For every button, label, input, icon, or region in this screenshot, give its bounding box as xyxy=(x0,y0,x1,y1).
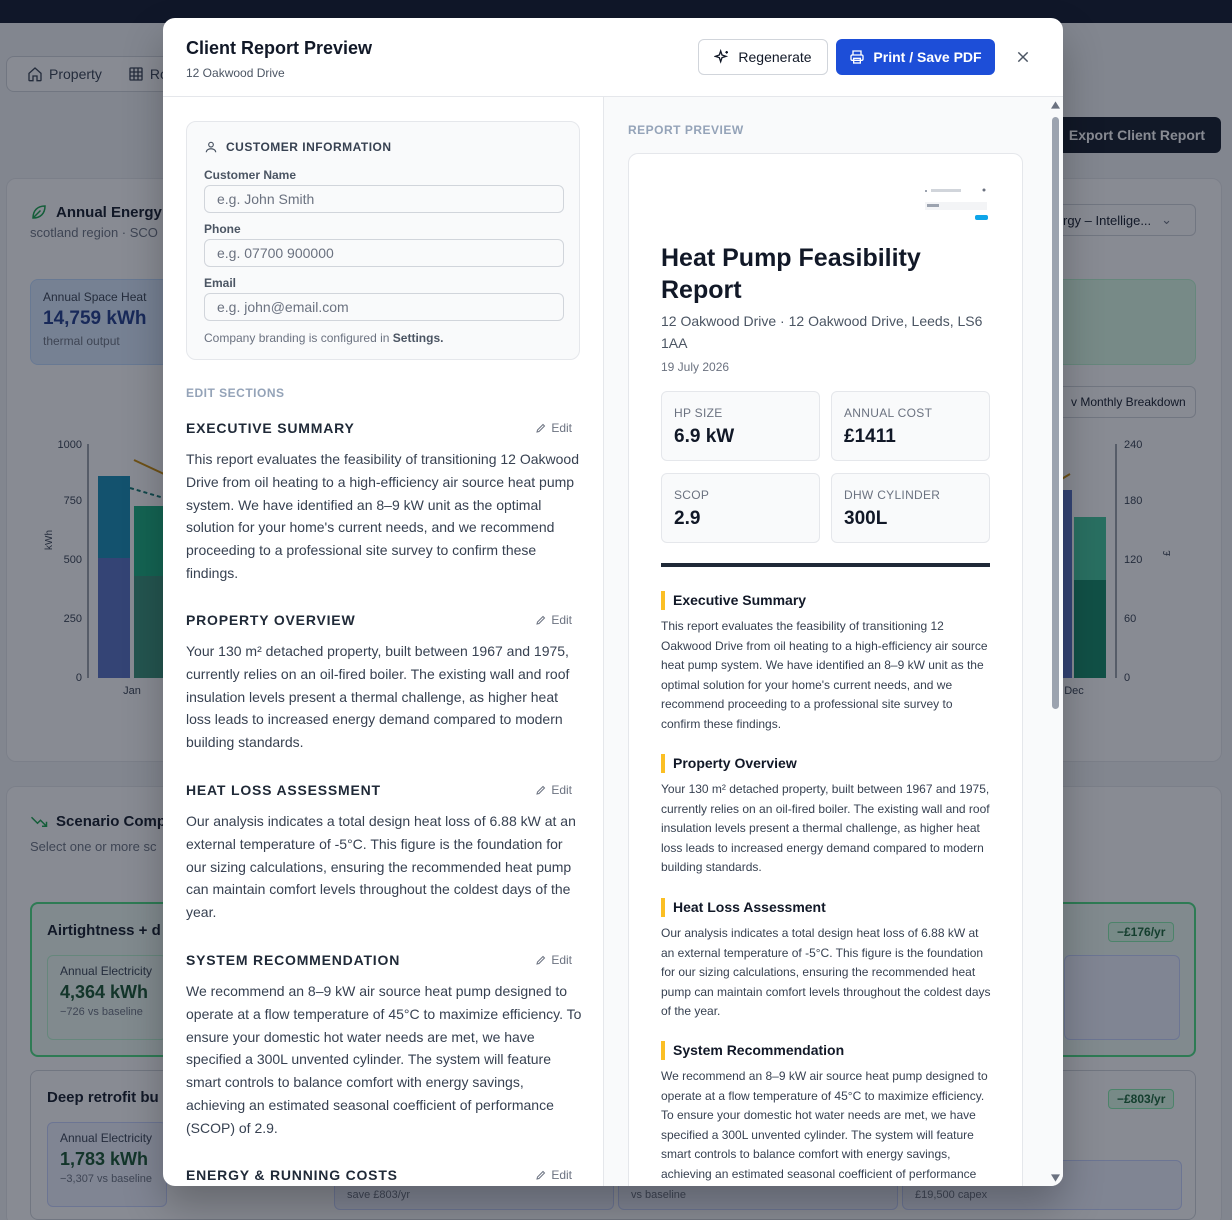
customer-name-label: Customer Name xyxy=(204,168,297,182)
edit-executive-summary-button[interactable]: Edit xyxy=(535,421,572,435)
modal-header: Client Report Preview 12 Oakwood Drive R… xyxy=(163,18,1063,97)
report-preview-pane[interactable]: REPORT PREVIEW Heat Pump Feasibility Rep… xyxy=(604,97,1063,1186)
report-page: Heat Pump Feasibility Report 12 Oakwood … xyxy=(628,153,1023,1186)
report-section-title: Property Overview xyxy=(661,754,797,773)
pencil-icon xyxy=(536,615,546,625)
customer-name-input[interactable] xyxy=(204,185,564,213)
branding-note: Company branding is configured in Settin… xyxy=(204,331,444,345)
edit-heat-loss-assessment-button[interactable]: Edit xyxy=(535,783,572,797)
report-section-body: Your 130 m² detached property, built bet… xyxy=(661,782,990,875)
section-title: EXECUTIVE SUMMARY xyxy=(186,420,355,436)
report-section-title: Heat Loss Assessment xyxy=(661,898,826,917)
settings-link[interactable]: Settings. xyxy=(393,331,444,345)
close-button[interactable] xyxy=(1011,45,1035,69)
edit-system-recommendation-button[interactable]: Edit xyxy=(535,953,572,967)
close-icon xyxy=(1017,51,1029,63)
edit-pane[interactable]: CUSTOMER INFORMATION Customer Name Phone… xyxy=(163,97,604,1186)
print-save-pdf-button[interactable]: Print / Save PDF xyxy=(836,39,995,75)
report-title: Heat Pump Feasibility Report xyxy=(661,244,921,304)
report-preview-label: REPORT PREVIEW xyxy=(628,123,744,137)
section-header-system-recommendation: SYSTEM RECOMMENDATION Edit xyxy=(186,952,572,970)
modal-subtitle: 12 Oakwood Drive xyxy=(186,66,285,80)
user-icon xyxy=(205,141,217,153)
section-title: HEAT LOSS ASSESSMENT xyxy=(186,782,381,798)
section-title: PROPERTY OVERVIEW xyxy=(186,612,356,628)
report-date: 19 July 2026 xyxy=(661,360,730,374)
edit-sections-label: EDIT SECTIONS xyxy=(186,386,285,400)
report-section-title: Executive Summary xyxy=(661,591,806,610)
report-divider xyxy=(661,563,990,567)
pencil-icon xyxy=(536,955,546,965)
pencil-icon xyxy=(536,423,546,433)
report-address: 12 Oakwood Drive · 12 Oakwood Drive, Lee… xyxy=(661,313,983,351)
phone-label: Phone xyxy=(204,222,241,236)
printer-icon xyxy=(850,50,865,64)
edit-property-overview-button[interactable]: Edit xyxy=(535,613,572,627)
section-header-energy-running-costs: ENERGY & RUNNING COSTS Edit xyxy=(186,1167,572,1185)
section-header-executive-summary: EXECUTIVE SUMMARY Edit xyxy=(186,420,572,438)
email-input[interactable] xyxy=(204,293,564,321)
phone-input[interactable] xyxy=(204,239,564,267)
edit-energy-running-costs-button[interactable]: Edit xyxy=(535,1168,572,1182)
section-body-property-overview[interactable]: Your 130 m² detached property, built bet… xyxy=(186,640,582,754)
modal-title: Client Report Preview xyxy=(186,38,373,58)
pencil-icon xyxy=(536,785,546,795)
kpi-dhw-cylinder: DHW CYLINDER 300L xyxy=(831,473,990,543)
kpi-scop: SCOP 2.9 xyxy=(661,473,820,543)
customer-information-panel: CUSTOMER INFORMATION Customer Name Phone… xyxy=(186,121,580,360)
client-report-modal: Client Report Preview 12 Oakwood Drive R… xyxy=(163,18,1063,1186)
customer-information-heading: CUSTOMER INFORMATION xyxy=(204,140,392,154)
email-label: Email xyxy=(204,276,237,290)
scroll-up-arrow-icon[interactable] xyxy=(1051,101,1060,109)
report-section-body: We recommend an 8–9 kW air source heat p… xyxy=(661,1069,988,1181)
company-logo-thumbnail xyxy=(923,184,989,224)
report-section-body: This report evaluates the feasibility of… xyxy=(661,619,988,731)
regenerate-button[interactable]: Regenerate xyxy=(698,39,828,75)
kpi-hp-size: HP SIZE 6.9 kW xyxy=(661,391,820,461)
kpi-annual-cost: ANNUAL COST £1411 xyxy=(831,391,990,461)
section-title: SYSTEM RECOMMENDATION xyxy=(186,952,401,968)
sparkles-icon xyxy=(714,49,729,64)
section-body-system-recommendation[interactable]: We recommend an 8–9 kW air source heat p… xyxy=(186,980,582,1140)
section-body-executive-summary[interactable]: This report evaluates the feasibility of… xyxy=(186,448,582,585)
pencil-icon xyxy=(536,1170,546,1180)
section-title: ENERGY & RUNNING COSTS xyxy=(186,1167,398,1183)
report-section-body: Our analysis indicates a total design he… xyxy=(661,926,991,1019)
section-body-heat-loss-assessment[interactable]: Our analysis indicates a total design he… xyxy=(186,810,582,924)
section-header-property-overview: PROPERTY OVERVIEW Edit xyxy=(186,612,572,630)
preview-scrollbar[interactable] xyxy=(1049,101,1061,1184)
scroll-down-arrow-icon[interactable] xyxy=(1051,1174,1060,1182)
scrollbar-thumb[interactable] xyxy=(1052,117,1059,709)
section-header-heat-loss-assessment: HEAT LOSS ASSESSMENT Edit xyxy=(186,782,572,800)
report-section-title: System Recommendation xyxy=(661,1041,844,1060)
